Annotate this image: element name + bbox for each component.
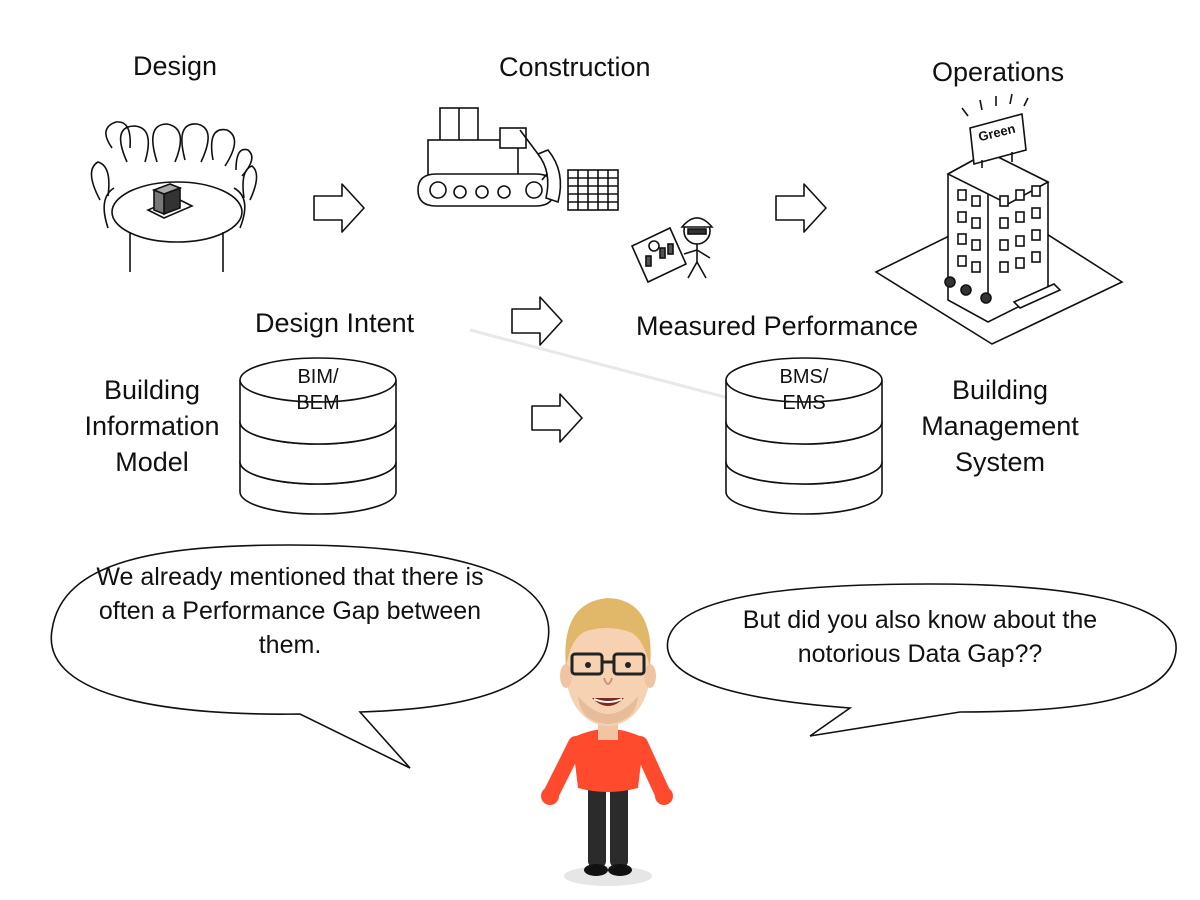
right-arrow-icon: [531, 393, 583, 443]
right-arrow-icon: [313, 183, 365, 233]
flow-label-design-intent: Design Intent: [255, 308, 415, 338]
stage-label-construction: Construction: [499, 52, 651, 82]
avatar: [541, 598, 673, 886]
speech-bubble-left-text: We already mentioned that there is often…: [96, 563, 484, 659]
control-panel-icon: [630, 226, 688, 284]
construction-worker-icon: [680, 217, 714, 279]
speech-bubble-right-text: But did you also know about the notoriou…: [742, 606, 1098, 668]
database-label-left: BIM/ BEM: [296, 366, 340, 414]
stage-label-design: Design: [133, 51, 218, 81]
right-arrow-icon: [775, 183, 827, 233]
flow-label-measured-performance: Measured Performance: [636, 311, 919, 341]
right-arrow-icon: [511, 296, 563, 346]
stage-label-operations: Operations: [932, 57, 1065, 87]
database-label-right: BMS/ EMS: [779, 366, 829, 414]
system-label-right: Building Management System: [921, 375, 1079, 477]
system-label-left: Building Information Model: [84, 375, 220, 477]
design-meeting-icon: [90, 121, 258, 272]
bulldozer-icon: [417, 107, 619, 211]
